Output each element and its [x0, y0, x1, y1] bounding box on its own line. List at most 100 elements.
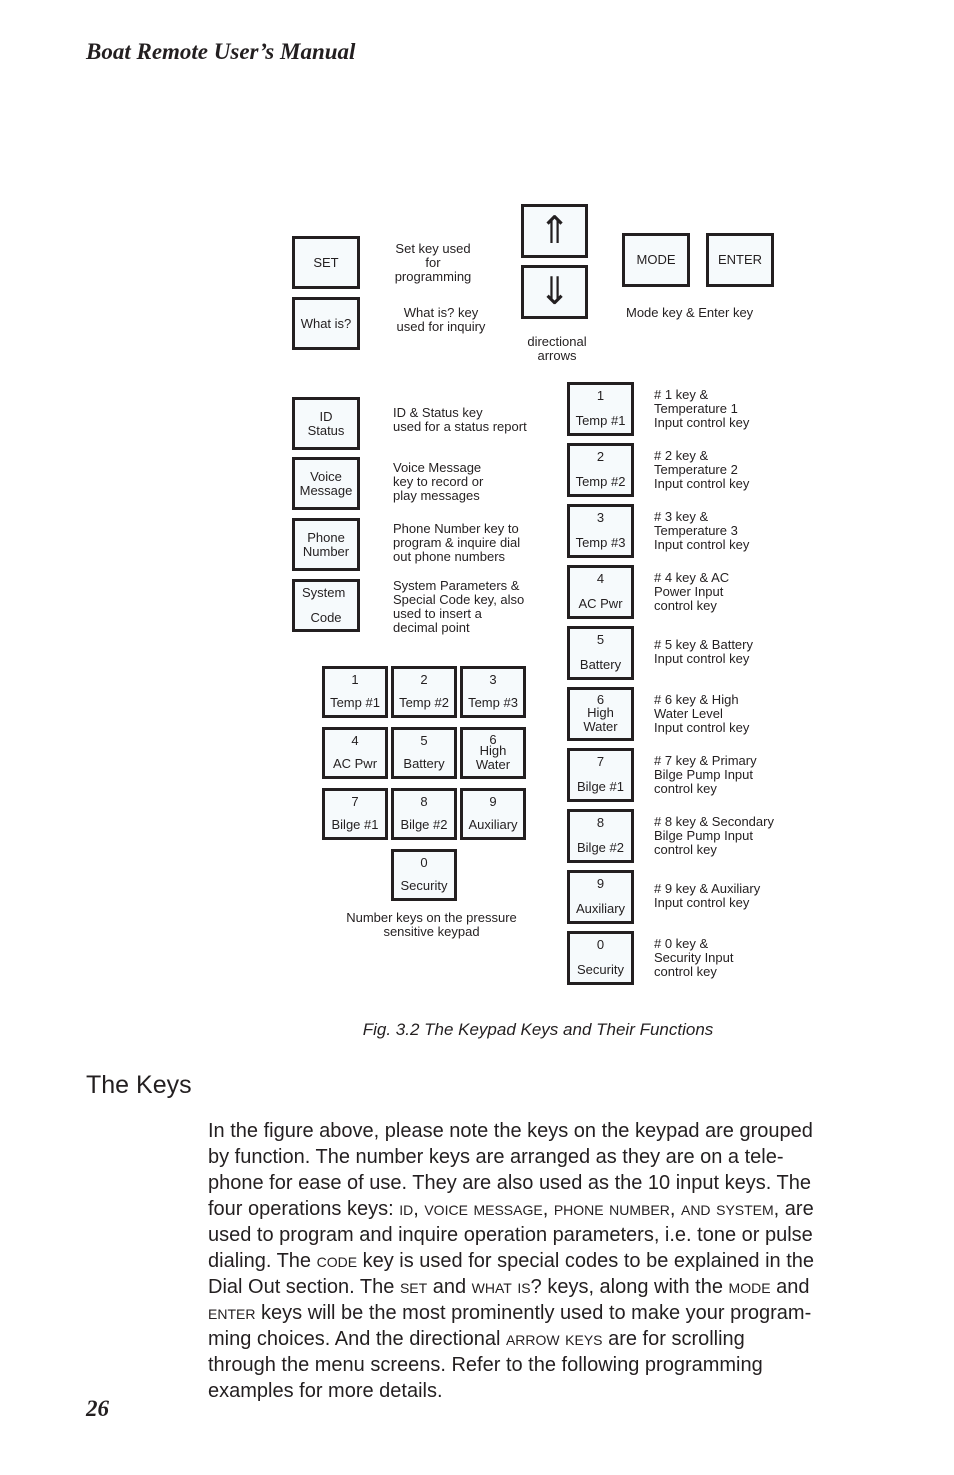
text-run: keys will be the most prominently used t… — [255, 1302, 812, 1324]
number-key-digit: 7 — [596, 754, 605, 769]
number-key: 0 Security — [391, 849, 457, 901]
text-run: phone for ease of use. They are also use… — [208, 1172, 811, 1194]
small-caps-term: CODE — [316, 1250, 358, 1272]
function-key-line2: Message — [299, 483, 353, 498]
text-run: and — [770, 1276, 810, 1298]
keypad-caption: Number keys on the pressure sensitive ke… — [346, 910, 517, 939]
number-key-label: Battery — [579, 657, 622, 672]
function-key: ID Status — [292, 397, 360, 450]
function-key-line2: Code — [310, 610, 342, 625]
function-key-line2: Status — [307, 423, 345, 438]
figure-caption: Fig. 3.2 The Keypad Keys and Their Funct… — [362, 1020, 714, 1039]
function-key-line1: Phone — [307, 530, 345, 545]
small-caps-term: AND SYSTEM — [680, 1198, 774, 1220]
number-key: 3 Temp #3 — [460, 666, 526, 718]
number-key-label: High Water — [583, 705, 618, 734]
function-key: Phone Number — [292, 518, 360, 571]
text-run: , are — [773, 1198, 814, 1220]
small-caps-term: WHAT IS — [471, 1276, 531, 1298]
function-key-line1: Voice — [310, 469, 342, 484]
text-run: , — [542, 1198, 554, 1220]
number-key: 1 Temp #1 — [567, 382, 634, 436]
enter-key-label: ENTER — [717, 252, 763, 267]
number-key: 2 Temp #2 — [567, 443, 634, 497]
number-key-digit: 4 — [351, 733, 359, 748]
function-key-description: ID & Status key used for a status report — [393, 405, 527, 434]
number-key-description: # 9 key & Auxiliary Input control key — [654, 881, 761, 910]
number-key: 9 Auxiliary — [460, 788, 526, 840]
paragraph-line: used to program and inquire operation pa… — [208, 1222, 868, 1248]
what-is-key: What is? — [292, 297, 360, 350]
text-run: ming choices. And the directional — [208, 1328, 506, 1350]
text-run: examples for more details. — [208, 1380, 443, 1402]
arrows-description: directional arrows — [527, 334, 587, 363]
number-key: 2 Temp #2 — [391, 666, 457, 718]
running-head: Boat Remote User’s Manual — [86, 39, 356, 64]
function-key-line2: Number — [302, 544, 350, 559]
number-key-label: Battery — [403, 756, 445, 771]
small-caps-term: VOICE MESSAGE — [424, 1198, 543, 1220]
down-arrow-key: ⇓ — [521, 265, 588, 319]
number-key-digit: 4 — [596, 571, 605, 586]
up-arrow-key: ⇑ — [521, 204, 588, 258]
number-key-description: # 2 key & Temperature 2 Input control ke… — [654, 448, 750, 491]
body-paragraph: In the figure above, please note the key… — [208, 1118, 868, 1404]
number-key: 7 Bilge #1 — [322, 788, 388, 840]
paragraph-line: ENTER keys will be the most prominently … — [208, 1300, 868, 1326]
number-key-digit: 5 — [420, 733, 428, 748]
mode-enter-description: Mode key & Enter key — [626, 305, 754, 320]
number-key-description: # 0 key & Security Input control key — [654, 936, 734, 979]
paragraph-line: through the menu screens. Refer to the f… — [208, 1352, 868, 1378]
small-caps-term: ENTER — [208, 1302, 256, 1324]
number-key: 9 Auxiliary — [567, 870, 634, 924]
text-run: ? keys, along with the — [530, 1276, 729, 1298]
number-key-label: Bilge #1 — [577, 779, 624, 794]
paragraph-line: ming choices. And the directional ARROW … — [208, 1326, 868, 1352]
number-key-label: Security — [400, 878, 448, 893]
what-is-key-label: What is? — [300, 315, 352, 331]
number-key-digit: 1 — [596, 388, 605, 403]
text-run: four operations keys: — [208, 1198, 400, 1220]
text-run: and — [427, 1276, 472, 1298]
number-key-description: # 7 key & Primary Bilge Pump Input contr… — [654, 753, 757, 796]
paragraph-line: examples for more details. — [208, 1378, 868, 1404]
paragraph-line: phone for ease of use. They are also use… — [208, 1170, 868, 1196]
function-key-description: System Parameters & Special Code key, al… — [393, 578, 525, 635]
number-key: 5 Battery — [391, 727, 457, 779]
text-run: In the figure above, please note the key… — [208, 1120, 813, 1142]
what-is-key-description: What is? key used for inquiry — [396, 305, 486, 334]
number-key-digit: 9 — [489, 794, 497, 809]
number-key-digit: 2 — [420, 672, 428, 687]
text-run: key is used for special codes to be expl… — [357, 1250, 814, 1272]
number-key-description: # 3 key & Temperature 3 Input control ke… — [654, 509, 750, 552]
number-key-label: Security — [577, 962, 624, 977]
function-key: System Code — [292, 579, 360, 632]
set-key-label: SET — [313, 254, 339, 270]
text-run: Dial Out section. The — [208, 1276, 400, 1298]
function-key-line1: System — [302, 585, 346, 600]
set-key-description: Set key used for programming — [394, 241, 472, 284]
number-key-label: AC Pwr — [578, 596, 623, 611]
number-key: 7 Bilge #1 — [567, 748, 634, 802]
small-caps-term: PHONE NUMBER — [553, 1198, 670, 1220]
number-key-label: Bilge #1 — [331, 817, 379, 832]
number-key-digit: 1 — [351, 672, 359, 687]
number-key-description: # 1 key & Temperature 1 Input control ke… — [654, 387, 750, 430]
number-key-label: Temp #1 — [575, 413, 626, 428]
text-run: , — [413, 1198, 425, 1220]
number-key-label: High Water — [475, 743, 511, 772]
number-key-label: Bilge #2 — [577, 840, 624, 855]
number-key-digit: 0 — [596, 937, 605, 952]
number-key: 3 Temp #3 — [567, 504, 634, 558]
number-key-label: Temp #3 — [575, 535, 626, 550]
number-key: 6 High Water — [567, 687, 634, 741]
paragraph-line: dialing. The CODE key is used for specia… — [208, 1248, 868, 1274]
function-key: Voice Message — [292, 457, 360, 510]
section-title: The Keys — [86, 1071, 192, 1099]
number-key-label: Temp #2 — [575, 474, 626, 489]
function-key-description: Voice Message key to record or play mess… — [393, 460, 484, 503]
page-number: 26 — [86, 1396, 109, 1421]
number-key-digit: 3 — [489, 672, 497, 687]
number-key: 1 Temp #1 — [322, 666, 388, 718]
small-caps-term: ARROW KEYS — [505, 1328, 603, 1350]
